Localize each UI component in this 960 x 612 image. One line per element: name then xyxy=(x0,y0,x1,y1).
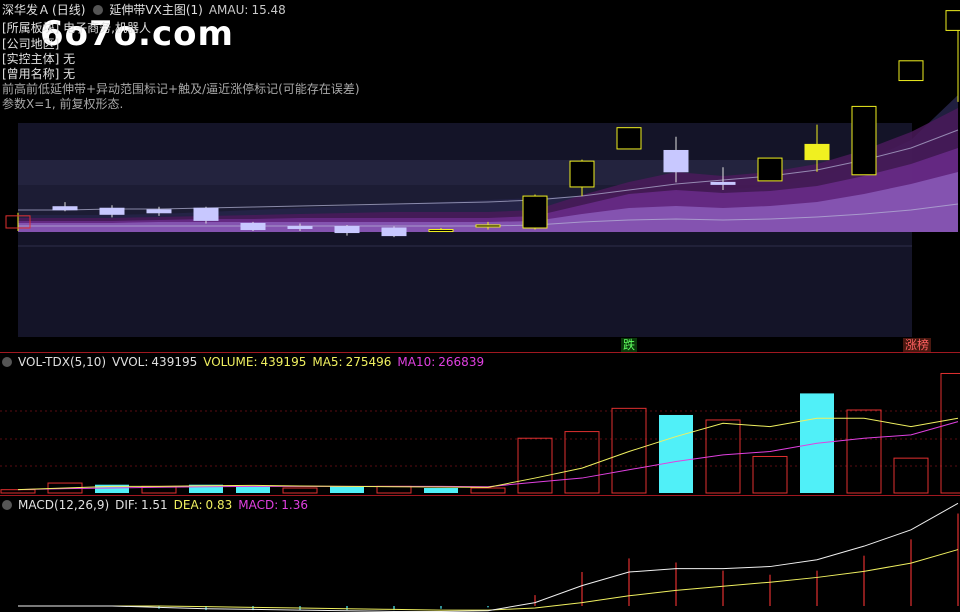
limit-up-marker: 涨榜 xyxy=(903,338,932,352)
period-label[interactable]: (日线) xyxy=(52,3,85,17)
ma5-value: 275496 xyxy=(345,355,392,369)
candle[interactable] xyxy=(381,226,407,238)
candle[interactable] xyxy=(5,212,31,232)
macd-settings-icon[interactable] xyxy=(2,500,12,510)
candle[interactable] xyxy=(428,228,454,233)
macd-value: 1.36 xyxy=(281,498,308,512)
candle-body xyxy=(193,207,219,221)
indicator-settings-icon[interactable] xyxy=(93,5,104,15)
volume-bar[interactable] xyxy=(611,407,647,494)
volume-bar[interactable] xyxy=(330,486,364,493)
candle[interactable] xyxy=(616,127,642,150)
candle[interactable] xyxy=(99,205,125,218)
volume-bar[interactable] xyxy=(0,489,36,494)
fall-marker: 跌 xyxy=(621,338,638,352)
candle-body xyxy=(569,160,595,188)
ma5-label: MA5: xyxy=(312,355,343,369)
info-region: [公司地区] xyxy=(2,37,60,51)
candle[interactable] xyxy=(522,194,548,230)
macd-indicator-name[interactable]: MACD(12,26,9) xyxy=(18,498,109,512)
amau-value: 15.48 xyxy=(251,3,286,17)
vol-header: VOL-TDX(5,10) VVOL: 439195 VOLUME: 439195 MA5… xyxy=(2,355,490,369)
candle-body xyxy=(99,207,125,215)
candle[interactable] xyxy=(146,206,172,216)
candle[interactable] xyxy=(851,105,877,176)
volume-bar[interactable] xyxy=(470,487,506,494)
candle[interactable] xyxy=(804,124,830,172)
candle[interactable] xyxy=(663,136,689,183)
candle-body xyxy=(757,157,783,182)
volume-bar[interactable] xyxy=(940,372,960,494)
candle-body xyxy=(804,143,830,161)
volume-bar[interactable] xyxy=(564,431,600,494)
macd-panel[interactable]: MACD(12,26,9) DIF: 1.51 DEA: 0.83 MACD: 1.36 xyxy=(0,496,960,612)
macd-label: MACD: xyxy=(238,498,279,512)
candle[interactable] xyxy=(193,206,219,224)
candle[interactable] xyxy=(475,221,501,230)
ma10-value: 266839 xyxy=(438,355,485,369)
candle-body xyxy=(381,227,407,237)
candle[interactable] xyxy=(757,157,783,182)
candle-body xyxy=(945,10,960,31)
candle[interactable] xyxy=(240,221,266,232)
candle[interactable] xyxy=(334,224,360,236)
candle-body xyxy=(240,222,266,231)
info-sector: [所属板块] 电子商务,机器人 xyxy=(2,21,151,35)
volume-bar[interactable] xyxy=(893,457,929,494)
volume-bar[interactable] xyxy=(282,487,318,494)
candle-body xyxy=(522,195,548,229)
macd-chart[interactable] xyxy=(0,496,960,612)
dea-label: DEA: xyxy=(173,498,203,512)
vvol-value: 439195 xyxy=(151,355,198,369)
candle-body xyxy=(146,209,172,214)
ma10-label: MA10: xyxy=(397,355,436,369)
dif-label: DIF: xyxy=(115,498,138,512)
volume-label: VOLUME: xyxy=(203,355,258,369)
volume-bar[interactable] xyxy=(659,414,693,493)
candle[interactable] xyxy=(710,167,736,190)
macd-header: MACD(12,26,9) DIF: 1.51 DEA: 0.83 MACD: 1.36 xyxy=(2,498,314,512)
dea-value: 0.83 xyxy=(205,498,233,512)
candle-body xyxy=(287,225,313,229)
candle[interactable] xyxy=(287,223,313,232)
stock-name[interactable]: 深华发Ａ xyxy=(2,3,50,17)
vol-settings-icon[interactable] xyxy=(2,357,12,367)
main-header: 深华发Ａ (日线) 延伸带VX主图(1) AMAU: 15.48 xyxy=(2,3,292,17)
indicator-name[interactable]: 延伸带VX主图(1) xyxy=(109,3,202,17)
volume-bar[interactable] xyxy=(424,488,458,493)
volume-bar[interactable] xyxy=(752,455,788,494)
candle[interactable] xyxy=(52,202,78,212)
volume-chart[interactable] xyxy=(0,353,960,495)
candle[interactable] xyxy=(898,60,924,82)
info-params: 参数X=1, 前复权形态. xyxy=(2,97,124,111)
volume-panel[interactable]: VOL-TDX(5,10) VVOL: 439195 VOLUME: 439195 MA5… xyxy=(0,353,960,495)
candle-body xyxy=(663,149,689,173)
vol-indicator-name[interactable]: VOL-TDX(5,10) xyxy=(18,355,106,369)
candle-body xyxy=(334,225,360,234)
volume-bar[interactable] xyxy=(236,486,270,493)
candle-body xyxy=(898,60,924,82)
info-controller: [实控主体] 无 xyxy=(2,52,76,66)
candle-body xyxy=(428,229,454,233)
dif-value: 1.51 xyxy=(140,498,168,512)
volume-bar[interactable] xyxy=(846,409,882,494)
amau-label: AMAU: xyxy=(208,3,249,17)
info-description: 前高前低延伸带+异动范围标记+触及/逼近涨停标记(可能存在误差) xyxy=(2,82,360,96)
volume-bar[interactable] xyxy=(376,485,412,494)
vvol-label: VVOL: xyxy=(112,355,149,369)
candle-body xyxy=(710,181,736,185)
info-former-name: [曾用名称] 无 xyxy=(2,67,76,81)
candle-body xyxy=(851,105,877,176)
candle-body xyxy=(475,224,501,228)
candle[interactable] xyxy=(569,159,595,197)
main-chart-panel[interactable]: 6o7o.com 深华发Ａ (日线) 延伸带VX主图(1) AMAU: 15.48 [所… xyxy=(0,0,960,352)
candle-body xyxy=(52,206,78,211)
candle[interactable] xyxy=(945,10,960,102)
volume-value: 439195 xyxy=(260,355,307,369)
candle-body xyxy=(616,127,642,150)
